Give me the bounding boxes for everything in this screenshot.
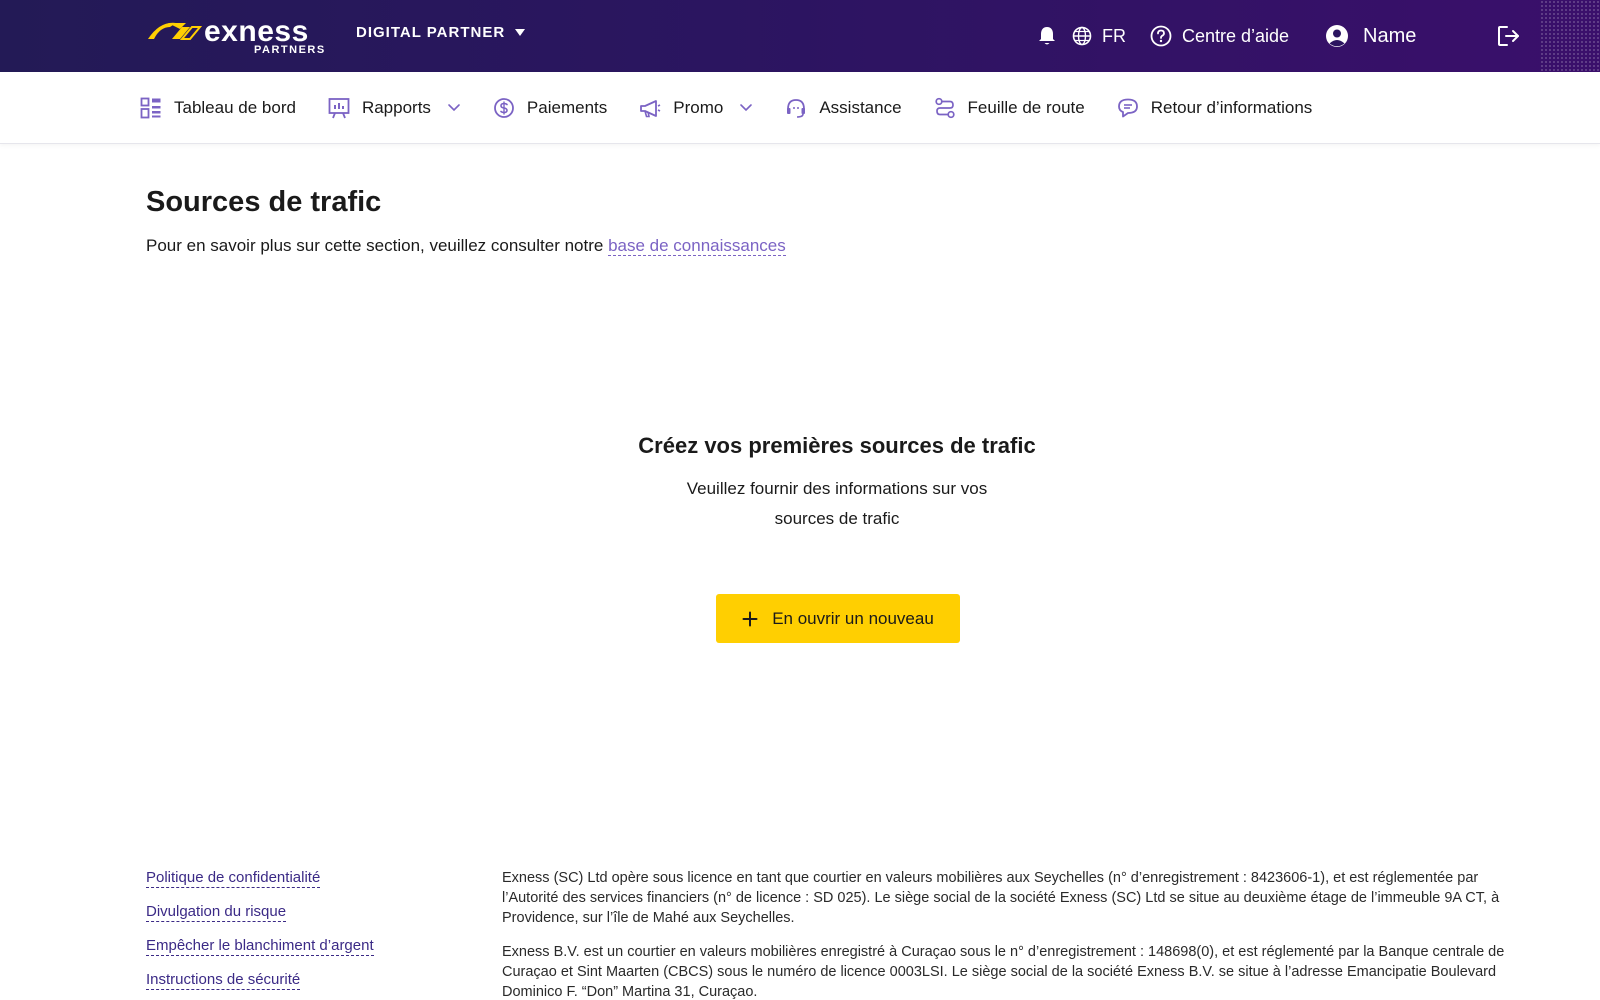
user-name: Name — [1363, 24, 1417, 47]
nav-item-assistance[interactable]: Assistance — [785, 88, 902, 128]
language-label: FR — [1102, 25, 1126, 46]
top-bar: exness PARTNERS DIGITAL PARTNER FR Centr… — [0, 0, 1600, 72]
create-traffic-source-button[interactable]: En ouvrir un nouveau — [716, 594, 960, 643]
nav-label-roadmap: Feuille de route — [967, 98, 1085, 117]
exness-logo[interactable]: exness PARTNERS — [146, 15, 326, 57]
language-selector[interactable]: FR — [1072, 20, 1126, 52]
help-center-link[interactable]: Centre d’aide — [1150, 20, 1289, 52]
megaphone-icon — [639, 97, 661, 119]
exness-logo-mark-icon — [148, 22, 202, 40]
user-menu[interactable]: Name — [1325, 20, 1416, 52]
knowledge-base-link[interactable]: base de connaissances — [608, 236, 786, 256]
program-label: DIGITAL PARTNER — [356, 24, 506, 41]
notifications-button[interactable] — [1038, 20, 1056, 52]
dashboard-icon — [140, 97, 162, 119]
support-icon — [785, 97, 807, 119]
logout-button[interactable] — [1497, 20, 1521, 52]
intro-text: Pour en savoir plus sur cette section, v… — [146, 236, 786, 256]
footer-link-security[interactable]: Instructions de sécurité — [146, 970, 301, 990]
dollar-icon — [493, 97, 515, 119]
nav-label-assistance: Assistance — [819, 98, 902, 117]
help-center-label: Centre d’aide — [1182, 25, 1290, 46]
logo-subtitle: PARTNERS — [254, 44, 326, 56]
header-decoration — [1540, 0, 1600, 72]
footer-link-privacy[interactable]: Politique de confidentialité — [146, 868, 321, 888]
create-button-label: En ouvrir un nouveau — [772, 608, 934, 628]
nav-item-roadmap[interactable]: Feuille de route — [934, 88, 1085, 128]
roadmap-icon — [934, 97, 956, 119]
reports-icon — [328, 97, 350, 119]
chevron-down-icon — [740, 104, 753, 112]
nav-label-feedback: Retour d’informations — [1150, 98, 1313, 117]
nav-item-reports[interactable]: Rapports — [328, 88, 461, 128]
legal-disclaimer: Exness (SC) Ltd opère sous licence en ta… — [502, 868, 1512, 1000]
footer-link-risk[interactable]: Divulgation du risque — [146, 902, 287, 922]
nav-item-dashboard[interactable]: Tableau de bord — [140, 88, 296, 128]
nav-label-dashboard: Tableau de bord — [174, 98, 296, 117]
nav-label-promo: Promo — [673, 98, 724, 117]
empty-state-title: Créez vos premières sources de trafic — [638, 433, 1036, 458]
footer-link-aml[interactable]: Empêcher le blanchiment d’argent — [146, 936, 374, 956]
user-avatar-icon — [1326, 25, 1348, 47]
empty-state-text: Veuillez fournir des informations sur vo… — [686, 479, 988, 528]
legal-paragraph: Exness (SC) Ltd opère sous licence en ta… — [502, 870, 1500, 926]
feedback-icon — [1117, 97, 1139, 119]
page-title: Sources de trafic — [146, 186, 382, 218]
empty-state: Créez vos premières sources de trafic Ve… — [637, 430, 1037, 534]
help-circle-icon — [1150, 25, 1172, 47]
caret-down-icon — [515, 29, 526, 36]
globe-icon — [1072, 26, 1092, 46]
bell-icon — [1039, 27, 1055, 45]
logout-icon — [1498, 26, 1519, 46]
nav-item-payments[interactable]: Paiements — [493, 88, 607, 128]
nav-label-payments: Paiements — [526, 98, 608, 117]
chevron-down-icon — [448, 104, 460, 112]
logo-wordmark: exness — [204, 15, 309, 48]
legal-paragraph: Exness B.V. est un courtier en valeurs m… — [502, 944, 1505, 1000]
nav-item-promo[interactable]: Promo — [639, 88, 753, 128]
plus-icon — [742, 611, 758, 626]
nav-item-feedback[interactable]: Retour d’informations — [1117, 88, 1313, 128]
program-selector[interactable]: DIGITAL PARTNER — [356, 24, 526, 41]
nav-label-reports: Rapports — [361, 98, 431, 117]
intro-text-body: Pour en savoir plus sur cette section, v… — [146, 236, 609, 255]
footer-links: Politique de confidentialité Divulgation… — [146, 868, 374, 1000]
main-navigation: Tableau de bord Rapports Paiements Promo… — [0, 72, 1600, 144]
